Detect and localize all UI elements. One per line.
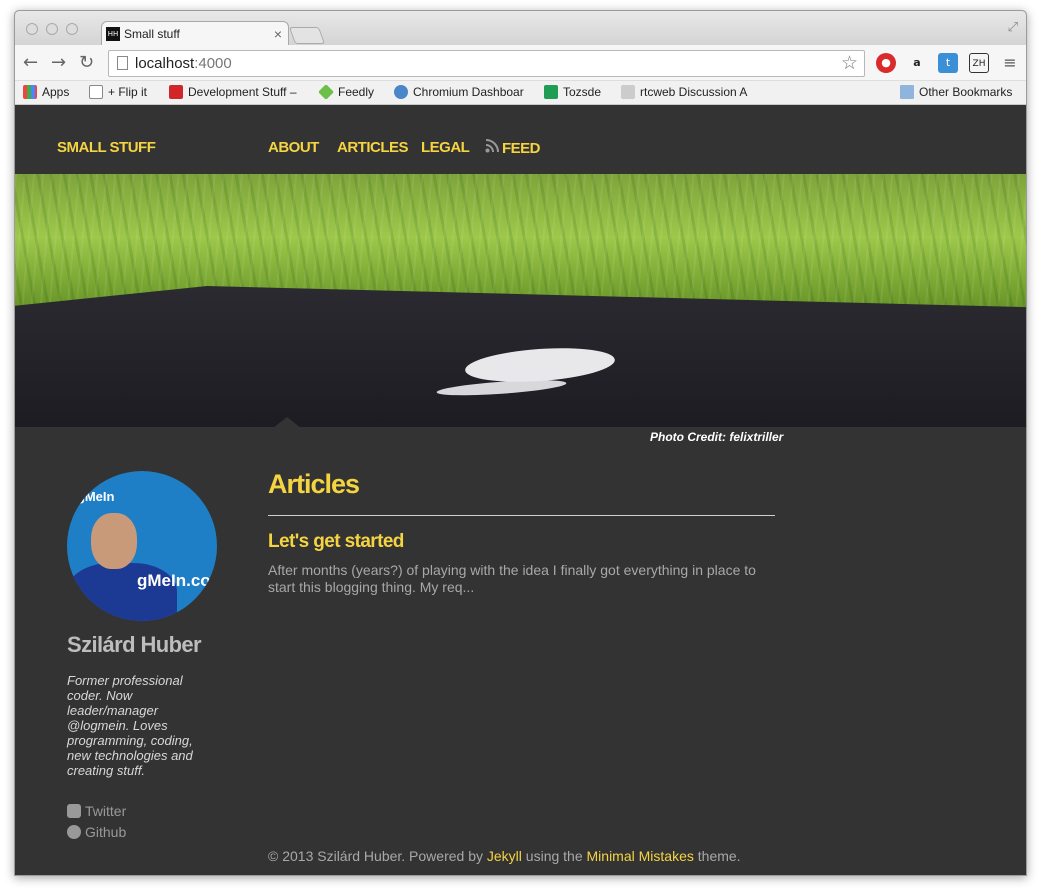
nav-feed[interactable]: FEED bbox=[485, 139, 541, 157]
theme-link[interactable]: Minimal Mistakes bbox=[587, 848, 694, 864]
amazon-icon[interactable]: a bbox=[907, 53, 927, 73]
site-navbar: SMALL STUFF ABOUT ARTICLES LEGAL FEED bbox=[15, 106, 1026, 174]
bookmark-development-stuff[interactable]: Development Stuff – bbox=[169, 85, 304, 99]
twitter-icon[interactable]: t bbox=[938, 53, 958, 73]
bookmark-star-icon[interactable]: ☆ bbox=[841, 52, 858, 74]
bookmark-other[interactable]: Other Bookmarks bbox=[900, 85, 1012, 99]
back-icon[interactable]: ← bbox=[23, 52, 38, 73]
nav-articles[interactable]: ARTICLES bbox=[337, 139, 409, 156]
close-window-button[interactable] bbox=[26, 23, 38, 35]
page-icon bbox=[117, 56, 128, 70]
apps-grid-icon bbox=[23, 85, 37, 99]
rss-icon bbox=[485, 139, 499, 153]
tab-title: Small stuff bbox=[124, 27, 180, 41]
site-brand-link[interactable]: SMALL STUFF bbox=[57, 139, 156, 156]
bookmark-chromium-dashboard[interactable]: Chromium Dashboar bbox=[394, 85, 526, 99]
browser-toolbar: ← → ↻ localhost:4000 ☆ ● a t ZH ≡ bbox=[15, 45, 1026, 81]
bookmark-apps[interactable]: Apps bbox=[23, 85, 69, 99]
nav-legal[interactable]: LEGAL bbox=[421, 139, 470, 156]
browser-tab[interactable]: HH Small stuff × bbox=[101, 21, 289, 46]
folder-icon bbox=[900, 85, 914, 99]
forward-icon[interactable]: → bbox=[51, 52, 66, 73]
zoom-window-button[interactable] bbox=[66, 23, 78, 35]
feedly-icon bbox=[319, 85, 334, 99]
jekyll-link[interactable]: Jekyll bbox=[487, 848, 522, 864]
bookmark-flip-it[interactable]: + Flip it bbox=[89, 85, 147, 99]
author-name: Szilárd Huber bbox=[67, 632, 202, 657]
hero-notch bbox=[273, 417, 301, 428]
reload-icon[interactable]: ↻ bbox=[79, 52, 94, 73]
address-bar[interactable]: localhost:4000 ☆ bbox=[108, 50, 865, 77]
url-text: localhost:4000 bbox=[135, 55, 232, 72]
menu-icon[interactable]: ≡ bbox=[1000, 53, 1020, 73]
site-favicon-icon: HH bbox=[106, 27, 120, 41]
twitter-square-icon bbox=[67, 804, 81, 818]
flipboard-icon bbox=[169, 85, 183, 99]
github-link[interactable]: Github bbox=[67, 824, 126, 840]
zh-extension-icon[interactable]: ZH bbox=[969, 53, 989, 73]
post-title-link[interactable]: Let's get started bbox=[268, 531, 404, 553]
new-tab-button[interactable] bbox=[288, 27, 326, 44]
author-bio: Former professional coder. Now leader/ma… bbox=[67, 673, 193, 778]
nav-about[interactable]: ABOUT bbox=[268, 139, 319, 156]
page-title: Articles bbox=[268, 469, 360, 499]
post-excerpt: After months (years?) of playing with th… bbox=[268, 562, 756, 595]
page-icon bbox=[89, 85, 103, 99]
mail-icon bbox=[621, 85, 635, 99]
adblock-icon[interactable]: ● bbox=[876, 53, 896, 73]
hero-image bbox=[15, 174, 1026, 427]
minimize-window-button[interactable] bbox=[46, 23, 58, 35]
bookmark-feedly[interactable]: Feedly bbox=[319, 85, 374, 99]
browser-window: HH Small stuff × ⤢ ← → ↻ localhost:4000 … bbox=[14, 10, 1027, 876]
web-page: SMALL STUFF ABOUT ARTICLES LEGAL FEED Ph… bbox=[15, 106, 1026, 875]
github-icon bbox=[67, 825, 81, 839]
bookmark-rtcweb[interactable]: rtcweb Discussion A bbox=[621, 85, 756, 99]
tab-close-icon[interactable]: × bbox=[274, 26, 282, 42]
title-divider bbox=[268, 515, 775, 516]
fullscreen-icon[interactable]: ⤢ bbox=[1008, 19, 1018, 35]
bookmarks-bar: Apps + Flip it Development Stuff – Feedl… bbox=[15, 81, 1026, 105]
twitter-link[interactable]: Twitter bbox=[67, 803, 126, 819]
bookmark-tozsde[interactable]: Tozsde bbox=[544, 85, 601, 99]
site-footer: © 2013 Szilárd Huber. Powered by Jekyll … bbox=[268, 848, 741, 864]
author-avatar: LogMeIn gMeIn.co bbox=[67, 471, 217, 621]
sheet-icon bbox=[544, 85, 558, 99]
tab-strip: HH Small stuff × ⤢ bbox=[15, 11, 1026, 46]
photo-credit: Photo Credit: felixtriller bbox=[650, 430, 784, 444]
chromium-icon bbox=[394, 85, 408, 99]
